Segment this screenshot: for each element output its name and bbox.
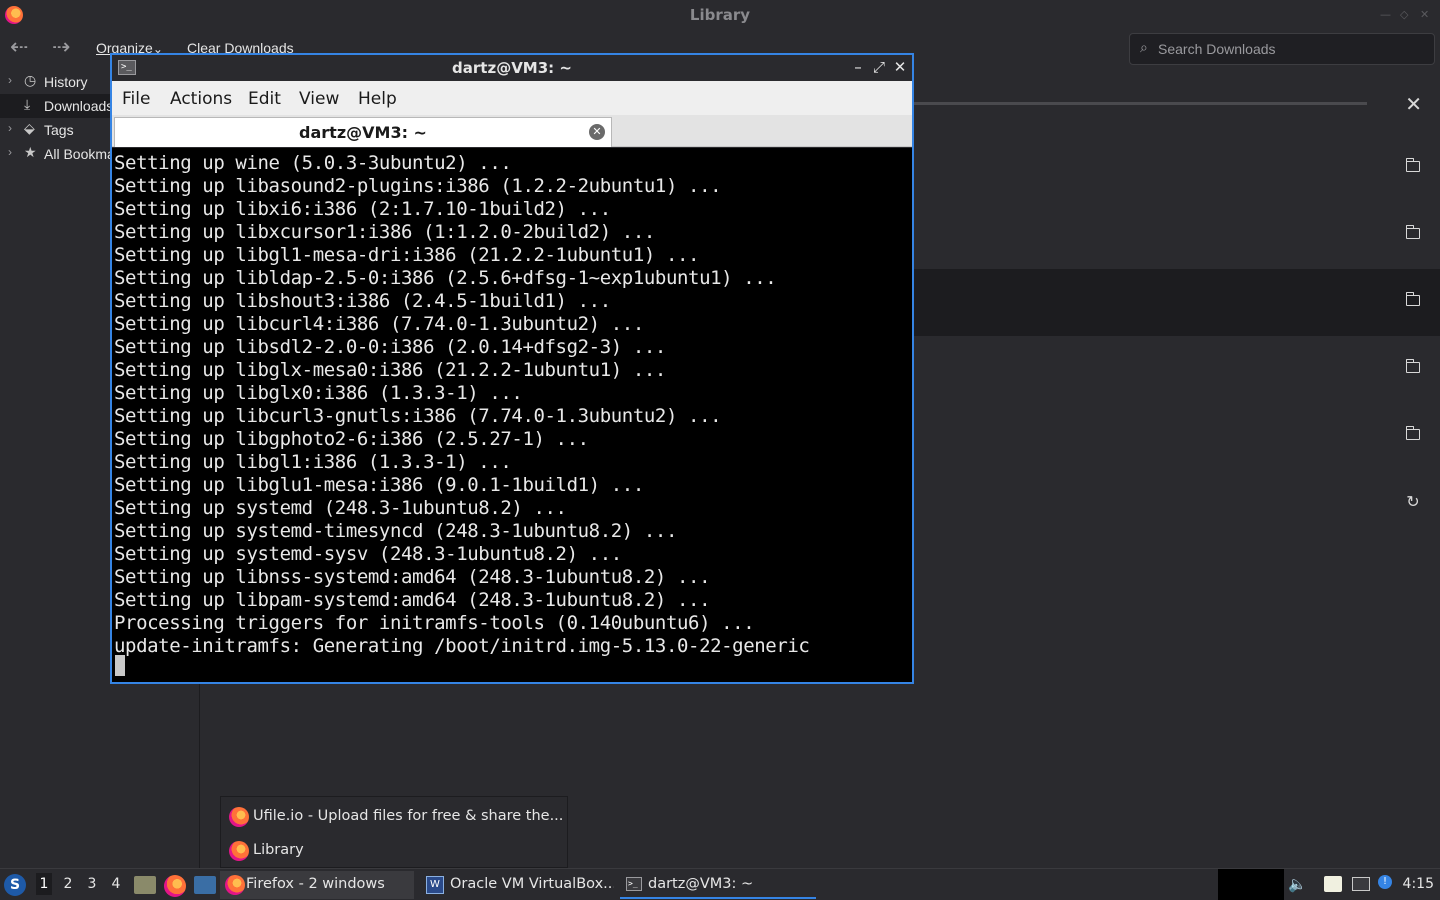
back-arrow-icon[interactable]: ⇠ (10, 35, 28, 60)
terminal-icon: >_ (626, 877, 642, 891)
terminal-line: Setting up systemd-timesyncd (248.3-1ubu… (114, 520, 677, 542)
star-icon: ★ (24, 144, 37, 160)
start-menu-icon[interactable]: S (4, 874, 26, 896)
firefox-launcher-icon[interactable] (164, 875, 186, 897)
menu-file[interactable]: File (122, 89, 150, 109)
terminal-line: Setting up libasound2-plugins:i386 (1.2.… (114, 175, 722, 197)
search-downloads-field[interactable]: ⌕ (1129, 33, 1435, 65)
terminal-titlebar: >_ dartz@VM3: ~ – ⤢ ✕ (112, 55, 912, 81)
cancel-icon[interactable]: ✕ (1405, 92, 1422, 116)
firefox-windows-popup: Ufile.io - Upload files for free & share… (220, 796, 568, 868)
retry-icon[interactable]: ↻ (1404, 492, 1422, 511)
folder-icon[interactable] (1405, 359, 1420, 373)
search-icon: ⌕ (1140, 40, 1148, 56)
menu-view[interactable]: View (299, 89, 339, 109)
minimize-icon[interactable]: – (850, 58, 866, 76)
desktop-icon[interactable] (194, 876, 216, 894)
terminal-title: dartz@VM3: ~ (452, 59, 572, 77)
menu-edit[interactable]: Edit (248, 89, 281, 109)
terminal-line: Setting up libglu1-mesa:i386 (9.0.1-1bui… (114, 474, 644, 496)
terminal-line: update-initramfs: Generating /boot/initr… (114, 635, 810, 657)
firefox-icon (225, 875, 245, 895)
maximize-icon[interactable]: ⤢ (871, 58, 887, 76)
update-notifier-icon[interactable]: ! (1378, 875, 1392, 889)
terminal-cursor (115, 655, 125, 676)
library-titlebar: Library — ◇ ✕ (0, 0, 1440, 30)
taskbar: S 1 2 3 4 Firefox - 2 windows W Oracle V… (0, 868, 1440, 900)
firefox-icon (229, 807, 249, 827)
terminal-line: Setting up systemd (248.3-1ubuntu8.2) ..… (114, 497, 567, 519)
tab-close-icon[interactable]: ✕ (589, 124, 605, 140)
folder-icon[interactable] (1405, 292, 1420, 306)
terminal-menubar: File Actions Edit View Help (112, 81, 912, 115)
volume-icon[interactable]: 🔈 (1288, 875, 1307, 893)
chevron-right-icon[interactable]: › (8, 145, 12, 159)
terminal-output[interactable]: Setting up wine (5.0.3-3ubuntu2) ... Sett… (112, 148, 912, 682)
forward-arrow-icon[interactable]: ⇢ (52, 35, 70, 60)
virtualbox-icon: W (426, 876, 444, 894)
terminal-line: Processing triggers for initramfs-tools … (114, 612, 755, 634)
terminal-line: Setting up libcurl3-gnutls:i386 (7.74.0-… (114, 405, 722, 427)
menu-actions[interactable]: Actions (170, 89, 232, 109)
close-icon[interactable]: ✕ (892, 58, 908, 76)
menu-help[interactable]: Help (358, 89, 397, 109)
terminal-line: Setting up libgl1:i386 (1.3.3-1) ... (114, 451, 512, 473)
task-firefox[interactable]: Firefox - 2 windows (220, 871, 414, 899)
terminal-line: Setting up libgphoto2-6:i386 (2.5.27-1) … (114, 428, 589, 450)
tag-icon: ⬙ (24, 120, 35, 136)
search-input[interactable] (1158, 39, 1418, 59)
task-terminal[interactable]: >_ dartz@VM3: ~ (620, 871, 816, 899)
workspace-3[interactable]: 3 (84, 876, 100, 892)
workspace-1[interactable]: 1 (36, 873, 52, 895)
download-progress-bar (913, 102, 1367, 105)
terminal-line: Setting up libpam-systemd:amd64 (248.3-1… (114, 589, 711, 611)
library-title: Library (689, 6, 751, 24)
terminal-line: Setting up libshout3:i386 (2.4.5-1build1… (114, 290, 611, 312)
terminal-line: Setting up libgl1-mesa-dri:i386 (21.2.2-… (114, 244, 700, 266)
clipboard-icon[interactable] (1324, 876, 1342, 892)
terminal-line: Setting up libglx-mesa0:i386 (21.2.2-1ub… (114, 359, 666, 381)
terminal-line: Setting up wine (5.0.3-3ubuntu2) ... (114, 152, 512, 174)
terminal-line: Setting up libxcursor1:i386 (1:1.2.0-2bu… (114, 221, 655, 243)
minimize-icon[interactable]: — (1380, 8, 1391, 21)
terminal-line: Setting up libnss-systemd:amd64 (248.3-1… (114, 566, 711, 588)
terminal-lines: Setting up wine (5.0.3-3ubuntu2) ... Sett… (114, 152, 810, 658)
clock[interactable]: 4:15 (1403, 876, 1434, 892)
clock-icon: ◷ (24, 72, 37, 88)
network-icon[interactable] (1352, 877, 1370, 891)
file-manager-icon[interactable] (134, 876, 156, 894)
firefox-icon (229, 841, 249, 861)
terminal-tab-label: dartz@VM3: ~ (299, 123, 427, 142)
popup-item-library[interactable]: Library (221, 833, 567, 867)
workspace-4[interactable]: 4 (108, 876, 124, 892)
terminal-line: Setting up libcurl4:i386 (7.74.0-1.3ubun… (114, 313, 644, 335)
chevron-right-icon[interactable]: › (8, 121, 12, 135)
terminal-tab[interactable]: dartz@VM3: ~ ✕ (114, 117, 612, 147)
terminal-line: Setting up libldap-2.5-0:i386 (2.5.6+dfs… (114, 267, 777, 289)
chevron-right-icon[interactable]: › (8, 73, 12, 87)
popup-item-ufile[interactable]: Ufile.io - Upload files for free & share… (221, 799, 567, 833)
folder-icon[interactable] (1405, 426, 1420, 440)
task-virtualbox[interactable]: W Oracle VM VirtualBox... (420, 871, 614, 899)
tray-applet-area (1218, 869, 1284, 900)
terminal-window: >_ dartz@VM3: ~ – ⤢ ✕ File Actions Edit … (110, 53, 914, 684)
terminal-line: Setting up libxi6:i386 (2:1.7.10-1build2… (114, 198, 611, 220)
terminal-line: Setting up libsdl2-2.0-0:i386 (2.0.14+df… (114, 336, 666, 358)
terminal-line: Setting up libglx0:i386 (1.3.3-1) ... (114, 382, 523, 404)
workspace-2[interactable]: 2 (60, 876, 76, 892)
folder-icon[interactable] (1405, 225, 1420, 239)
folder-icon[interactable] (1405, 158, 1420, 172)
terminal-line: Setting up systemd-sysv (248.3-1ubuntu8.… (114, 543, 622, 565)
download-icon: ⤓ (24, 96, 31, 112)
close-icon[interactable]: ✕ (1420, 8, 1429, 21)
maximize-icon[interactable]: ◇ (1400, 8, 1408, 21)
terminal-tabbar: dartz@VM3: ~ ✕ (112, 115, 912, 147)
